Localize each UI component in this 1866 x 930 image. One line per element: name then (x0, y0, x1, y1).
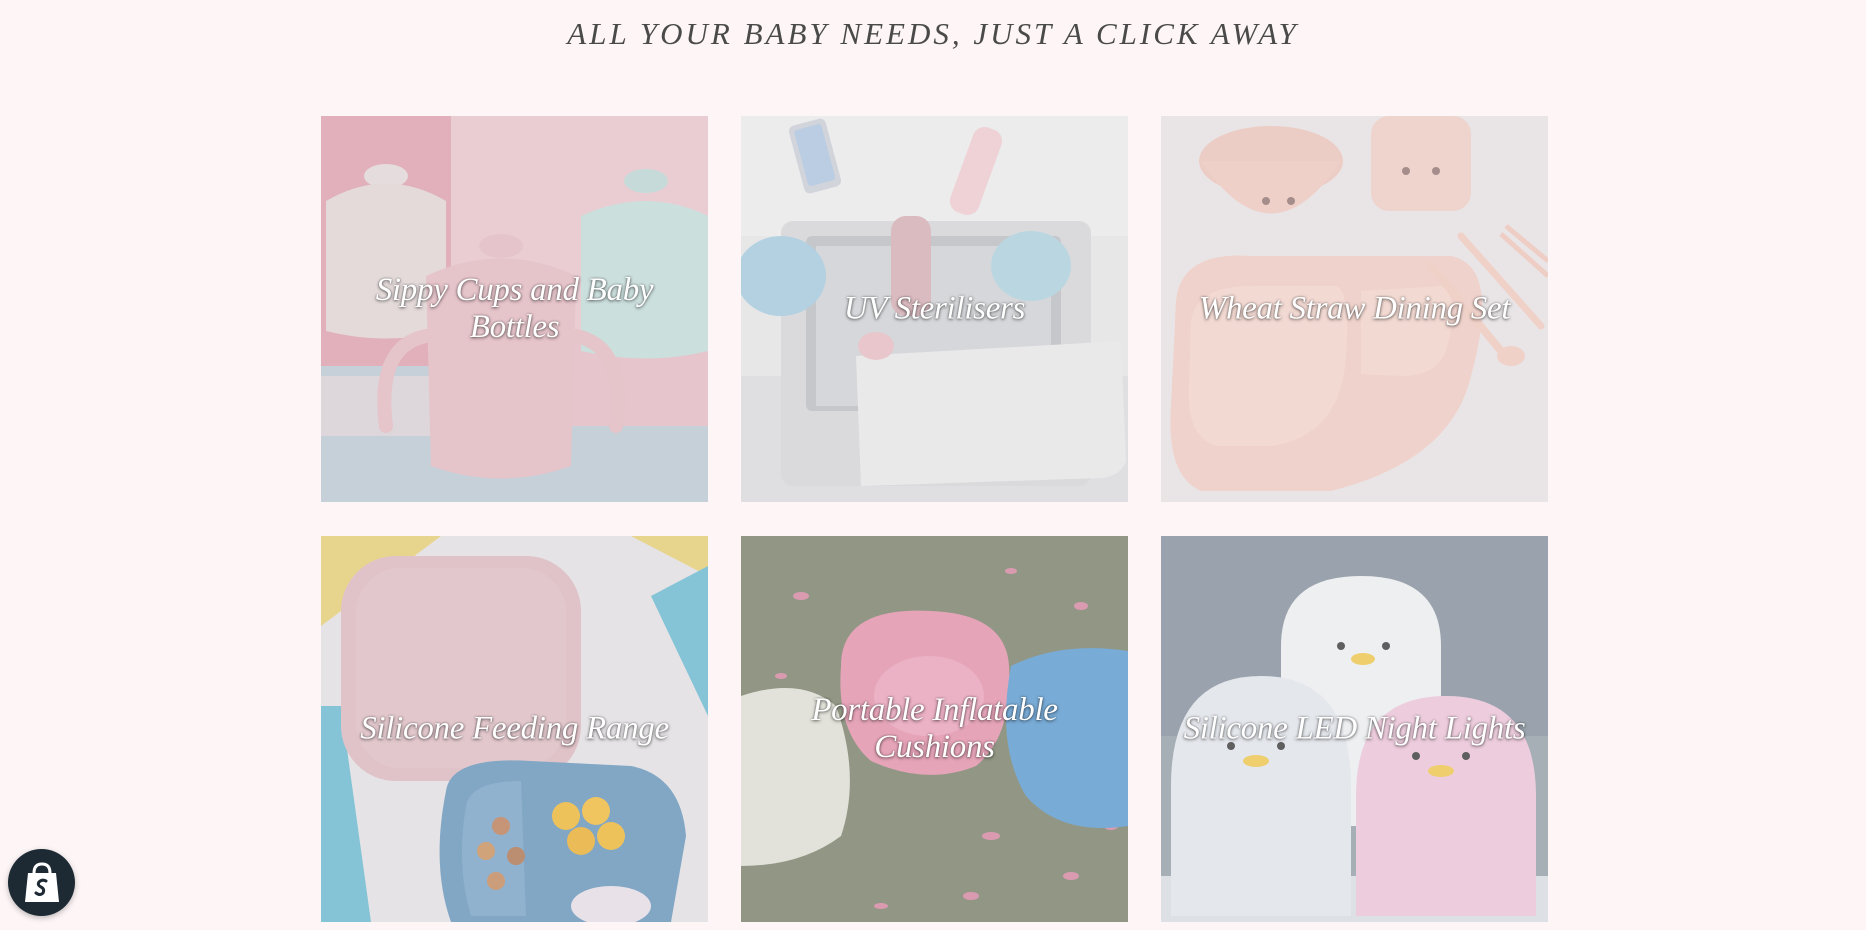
collection-label: Sippy Cups and Baby Bottles (375, 272, 654, 345)
shopify-badge[interactable] (8, 849, 75, 916)
page-heading: ALL YOUR BABY NEEDS, JUST A CLICK AWAY (567, 16, 1299, 51)
collection-tile-dining-set[interactable]: Wheat Straw Dining Set (1161, 116, 1548, 502)
collection-label: Portable Inflatable Cushions (811, 692, 1058, 765)
collection-tile-uv-sterilisers[interactable]: UV Sterilisers (741, 116, 1128, 502)
collection-label: Silicone LED Night Lights (1183, 710, 1526, 747)
collection-tile-night-lights[interactable]: Silicone LED Night Lights (1161, 536, 1548, 922)
collection-tile-feeding-range[interactable]: Silicone Feeding Range (321, 536, 708, 922)
collection-grid: Sippy Cups and Baby Bottles UV Sterilise… (321, 116, 1549, 922)
collection-tile-sippy-cups[interactable]: Sippy Cups and Baby Bottles (321, 116, 708, 502)
collection-tile-inflatable-cushions[interactable]: Portable Inflatable Cushions (741, 536, 1128, 922)
collection-label: UV Sterilisers (843, 290, 1026, 327)
collection-label: Silicone Feeding Range (360, 710, 669, 747)
collection-label: Wheat Straw Dining Set (1198, 290, 1511, 327)
shopify-bag-icon (24, 861, 59, 902)
